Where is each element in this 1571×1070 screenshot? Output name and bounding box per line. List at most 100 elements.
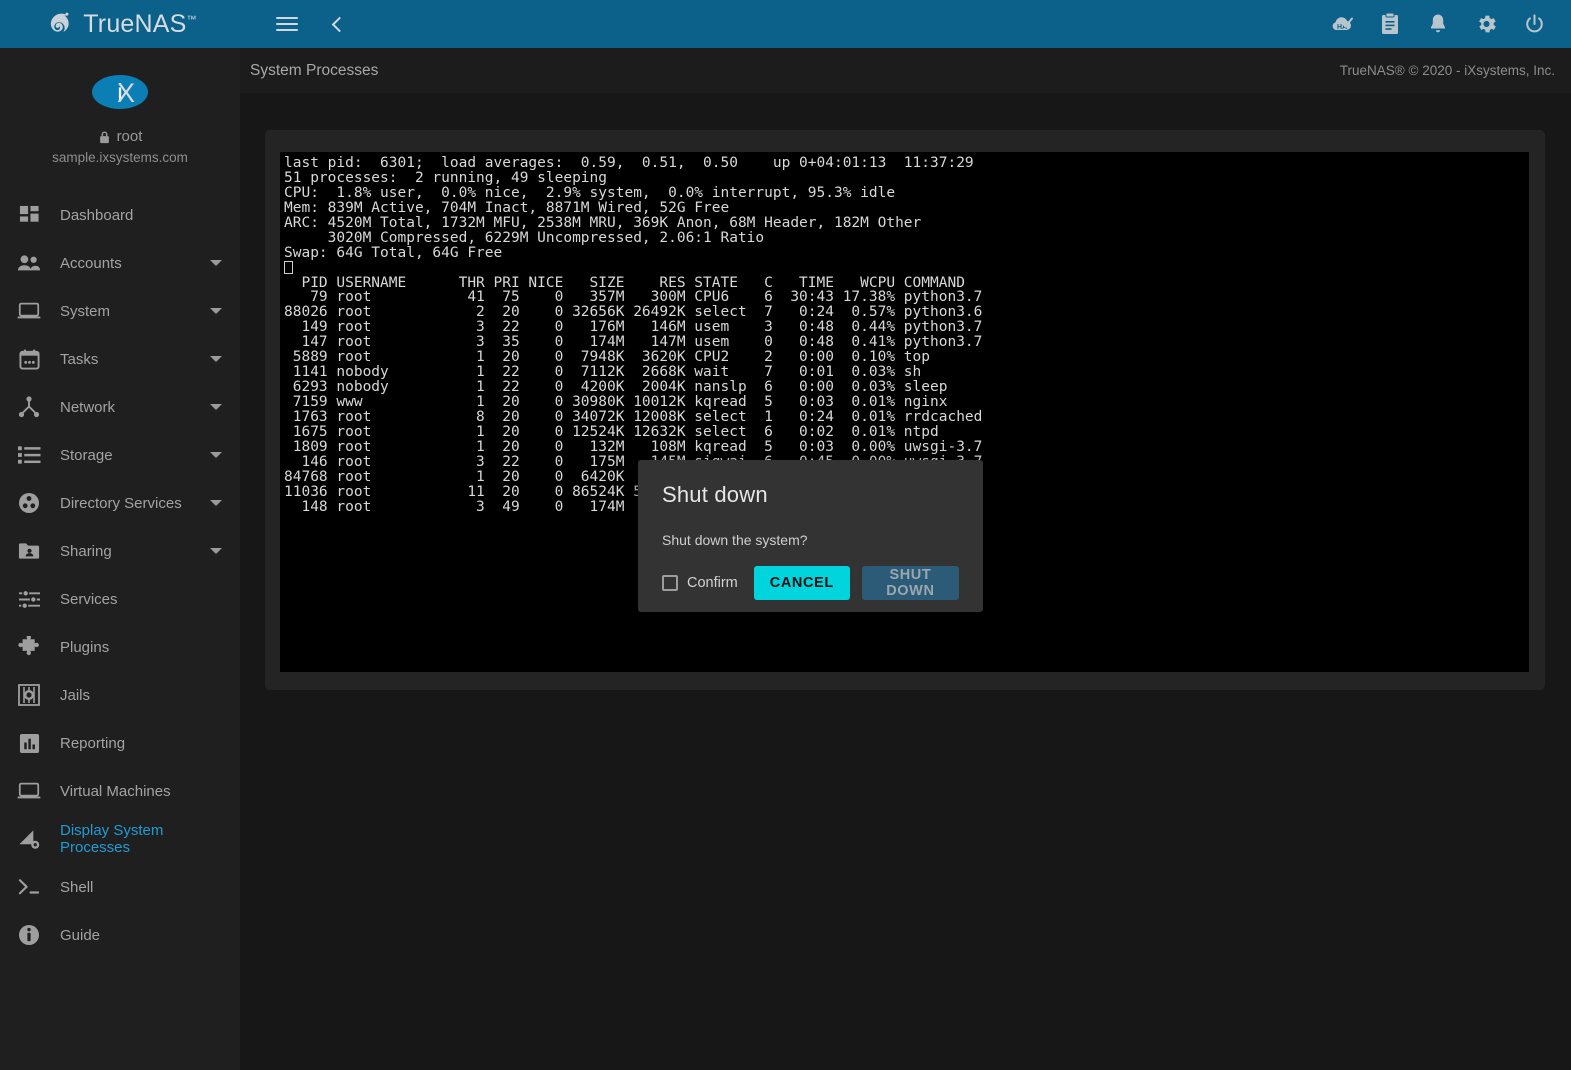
chevron-down-icon[interactable]: [210, 308, 222, 314]
sidebar-item-label: Jails: [60, 686, 91, 704]
settings-button[interactable]: [1469, 7, 1503, 41]
menu-icon: [276, 17, 298, 31]
copyright-text: TrueNAS® © 2020 - iXsystems, Inc.: [1339, 63, 1555, 78]
terminal-summary-line: CPU: 1.8% user, 0.0% nice, 2.9% system, …: [284, 184, 896, 201]
sidebar-collapse-button[interactable]: [320, 7, 354, 41]
terminal-process-row: 88026 root 2 20 0 32656K 26492K select 7…: [284, 304, 983, 321]
menu-toggle-button[interactable]: [270, 7, 304, 41]
confirm-checkbox[interactable]: [662, 575, 678, 591]
sidebar-item-label: Sharing: [60, 542, 112, 560]
guide-icon: [14, 922, 44, 948]
cursor-block-icon: [284, 260, 293, 274]
plugins-icon: [14, 634, 44, 660]
terminal-process-row: 7159 www 1 20 0 30980K 10012K kqread 5 0…: [284, 394, 948, 410]
sidebar-item-virtual-machines[interactable]: Virtual Machines: [0, 767, 240, 815]
terminal-process-row: 5889 root 1 20 0 7948K 3620K CPU2 2 0:00…: [284, 349, 931, 366]
terminal-summary-line: Swap: 64G Total, 64G Free: [284, 244, 503, 261]
sidebar-item-label: Virtual Machines: [60, 782, 171, 800]
sidebar-item-label: Directory Services: [60, 494, 182, 512]
ix-logo-icon: i X: [92, 75, 148, 109]
chevron-down-icon[interactable]: [210, 548, 222, 554]
terminal-process-row: 79 root 41 75 0 357M 300M CPU6 6 30:43 1…: [284, 289, 983, 306]
sidebar-item-sharing[interactable]: Sharing: [0, 527, 240, 575]
sidebar-item-services[interactable]: Services: [0, 575, 240, 623]
page-title: System Processes: [250, 61, 379, 79]
terminal-process-row: 6293 nobody 1 22 0 4200K 2004K nanslp 6 …: [284, 379, 948, 396]
sidebar-item-label: Dashboard: [60, 206, 134, 224]
sidebar-item-jails[interactable]: Jails: [0, 671, 240, 719]
clipboard-icon: [1382, 12, 1398, 34]
chevron-down-icon[interactable]: [210, 356, 222, 362]
sidebar-item-display-system-processes[interactable]: Display System Processes: [0, 815, 240, 863]
confirm-checkbox-row[interactable]: Confirm: [662, 575, 738, 591]
sidebar-item-label: Guide: [60, 926, 101, 944]
page-subheader: System Processes TrueNAS® © 2020 - iXsys…: [240, 48, 1571, 93]
alerts-button[interactable]: [1421, 7, 1455, 41]
brand-logo[interactable]: TrueNAS™: [0, 0, 240, 48]
topbar-left-controls: [270, 7, 354, 41]
accounts-icon: [14, 250, 44, 276]
terminal-summary-line: ARC: 4520M Total, 1732M MFU, 2538M MRU, …: [284, 214, 922, 231]
sidebar-username: root: [116, 128, 143, 145]
sidebar-item-label: Display System Processes: [60, 822, 164, 856]
main-content: System Processes TrueNAS® © 2020 - iXsys…: [240, 48, 1571, 1070]
reporting-icon: [14, 730, 44, 756]
terminal-table-header: PID USERNAME THR PRI NICE SIZE RES STATE…: [284, 274, 965, 291]
sidebar-item-plugins[interactable]: Plugins: [0, 623, 240, 671]
sidebar-hostname: sample.ixsystems.com: [52, 150, 188, 165]
brand-trademark: ™: [186, 14, 197, 26]
sidebar-item-accounts[interactable]: Accounts: [0, 239, 240, 287]
terminal-process-row: 147 root 3 35 0 174M 147M usem 0 0:48 0.…: [284, 334, 983, 351]
sidebar-user: root: [0, 128, 240, 145]
sidebar: i X root sample.ixsystems.com Dashboard: [0, 48, 240, 1070]
bell-icon: [1431, 14, 1445, 33]
dashboard-icon: [14, 202, 44, 228]
svg-text:X: X: [117, 78, 135, 108]
brand-name: TrueNAS™: [83, 9, 197, 38]
sidebar-item-dashboard[interactable]: Dashboard: [0, 191, 240, 239]
jobs-button[interactable]: [1373, 7, 1407, 41]
power-icon: [1525, 14, 1543, 33]
virtual-machines-icon: [14, 778, 44, 804]
gear-icon: [1478, 15, 1496, 33]
sidebar-item-shell[interactable]: Shell: [0, 863, 240, 911]
lock-icon: [99, 130, 109, 143]
sidebar-item-label: Services: [60, 590, 118, 608]
terminal-process-row: 1675 root 1 20 0 12524K 12632K select 6 …: [284, 423, 939, 440]
power-button[interactable]: [1517, 7, 1551, 41]
truenas-app: TrueNAS™ HA i X root sample.ixsystems.co…: [0, 0, 1571, 1070]
sidebar-item-guide[interactable]: Guide: [0, 911, 240, 959]
ix-logo: i X: [0, 48, 240, 126]
chevron-down-icon[interactable]: [210, 500, 222, 506]
services-icon: [14, 586, 44, 612]
terminal-summary-line: last pid: 6301; load averages: 0.59, 0.5…: [284, 155, 974, 171]
sidebar-item-network[interactable]: Network: [0, 383, 240, 431]
chevron-down-icon[interactable]: [210, 404, 222, 410]
sidebar-item-label: Accounts: [60, 254, 122, 272]
sidebar-item-label: Tasks: [60, 350, 99, 368]
terminal-cursor: [284, 260, 1529, 276]
sharing-icon: [14, 538, 44, 564]
shutdown-button[interactable]: SHUT DOWN: [861, 566, 959, 600]
sidebar-item-directory-services[interactable]: Directory Services: [0, 479, 240, 527]
sidebar-nav: Dashboard Accounts System Tasks Network …: [0, 191, 240, 959]
truenas-wave-icon: [51, 12, 69, 33]
sidebar-item-tasks[interactable]: Tasks: [0, 335, 240, 383]
chevron-left-icon: [331, 16, 347, 32]
shell-icon: [14, 874, 44, 900]
chevron-down-icon[interactable]: [210, 260, 222, 266]
ha-status-button[interactable]: HA: [1325, 7, 1359, 41]
dialog-title: Shut down: [662, 482, 768, 507]
chevron-down-icon[interactable]: [210, 452, 222, 458]
sidebar-item-label: Storage: [60, 446, 113, 464]
terminal-summary-line: Mem: 839M Active, 704M Inact, 8871M Wire…: [284, 199, 730, 216]
terminal-process-row: 149 root 3 22 0 176M 146M usem 3 0:48 0.…: [284, 319, 983, 336]
sidebar-item-storage[interactable]: Storage: [0, 431, 240, 479]
cancel-button[interactable]: CANCEL: [753, 566, 850, 600]
sidebar-item-system[interactable]: System: [0, 287, 240, 335]
sidebar-item-reporting[interactable]: Reporting: [0, 719, 240, 767]
sidebar-item-label: Reporting: [60, 734, 126, 752]
display-system-processes-icon: [14, 826, 44, 852]
top-navigation-bar: TrueNAS™ HA: [0, 0, 1571, 48]
system-icon: [14, 298, 44, 324]
